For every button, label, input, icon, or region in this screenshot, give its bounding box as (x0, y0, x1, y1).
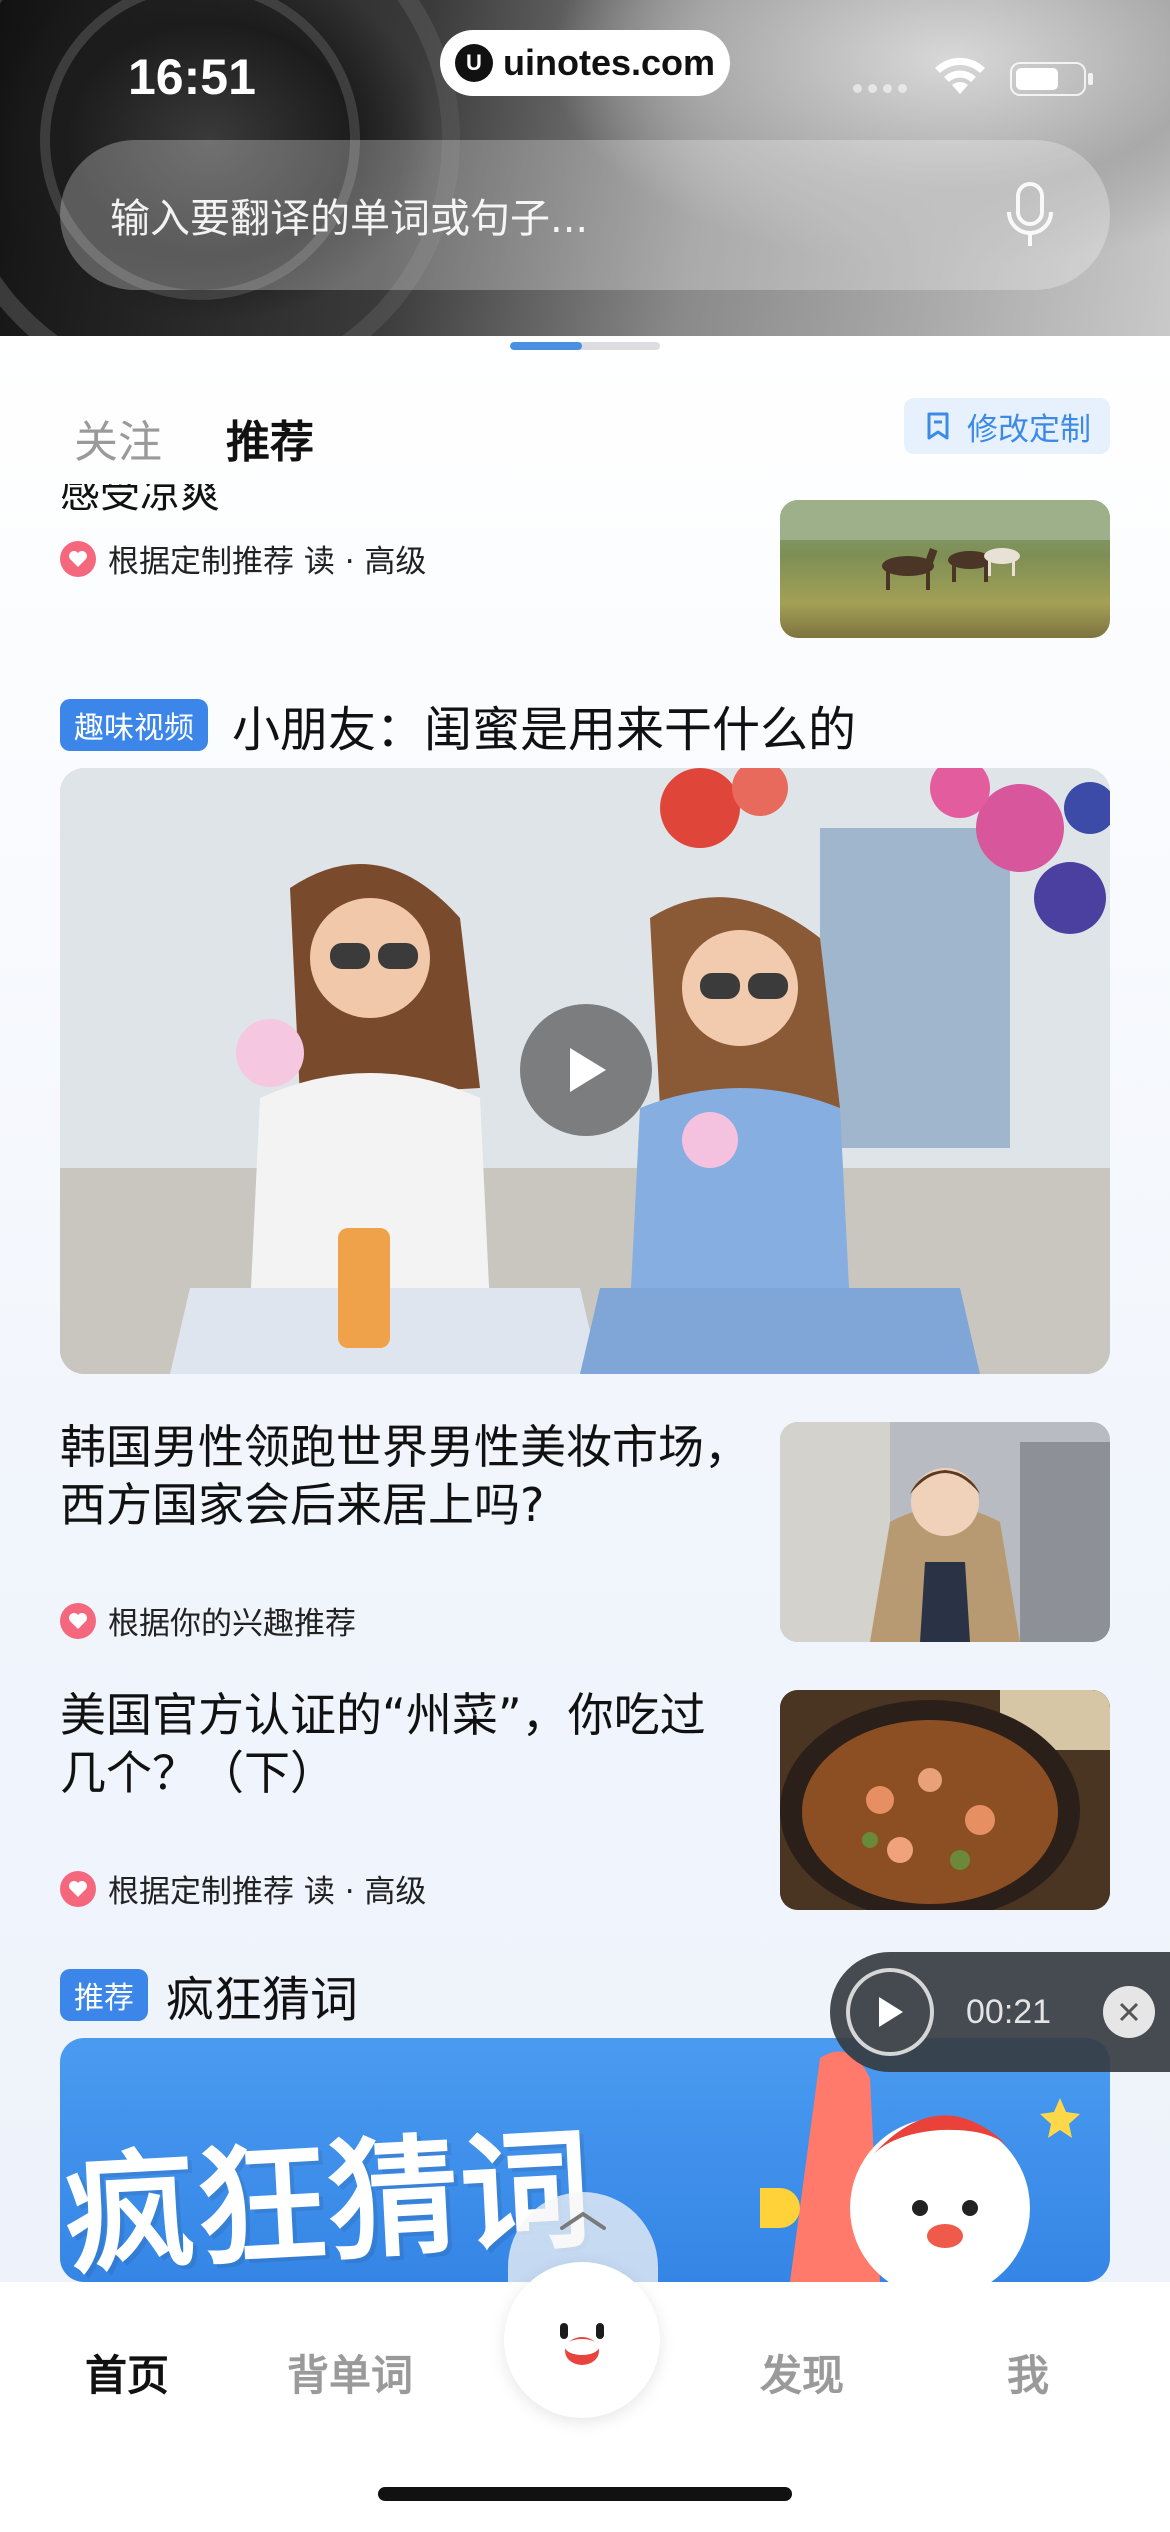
audio-close-button[interactable] (1103, 1986, 1156, 2038)
article-thumbnail (780, 1422, 1110, 1642)
customize-label: 修改定制 (967, 411, 1091, 448)
watermark-logo-icon: U (454, 44, 493, 82)
close-icon (1120, 2002, 1139, 2022)
gumbo-dish-image (780, 1690, 1110, 1910)
video-title-row: 趣味视频 小朋友：闺蜜是用来干什么的 (60, 690, 856, 760)
heart-icon (60, 1870, 96, 1907)
sheet-scroll-indicator (510, 342, 660, 350)
article-meta: 根据你的兴趣推荐 (60, 1598, 356, 1643)
nav-home[interactable]: 首页 (85, 2342, 169, 2403)
play-icon (879, 1997, 903, 2027)
watermark-text: uinotes.com (502, 42, 716, 83)
horses-image (780, 500, 1110, 590)
promo-title: 疯狂猜词 (166, 1972, 359, 2028)
article-meta: 根据定制推荐 读 · 高级 (60, 536, 426, 581)
nav-discover[interactable]: 发现 (760, 2342, 844, 2403)
bookmark-icon (927, 412, 949, 440)
battery-icon (1010, 62, 1093, 96)
article-title: 韩国男性领跑世界男性美妆市场，西方国家会后来居上吗? (60, 1420, 750, 1532)
article-title: 感受凉爽 (60, 484, 220, 512)
video-play-button[interactable] (520, 1004, 652, 1136)
header-background: 16:51 U uinotes.com 输入要翻译的单词或句子... (0, 0, 1170, 336)
signal-dots-icon (853, 84, 907, 93)
tab-follow[interactable]: 关注 (74, 406, 162, 470)
article-thumbnail (780, 1690, 1110, 1910)
promo-title-row: 推荐 疯狂猜词 (60, 1960, 358, 2030)
search-placeholder: 输入要翻译的单词或句子... (110, 196, 589, 242)
customize-button[interactable]: 修改定制 (904, 398, 1110, 454)
home-indicator (378, 2487, 792, 2501)
audio-time: 00:21 (966, 1992, 1052, 2031)
tab-recommend[interactable]: 推荐 (226, 406, 314, 470)
chevron-up-icon (560, 2211, 606, 2230)
nav-vocabulary[interactable]: 背单词 (287, 2342, 413, 2403)
article-title: 美国官方认证的“州菜”，你吃过几个？（下） (60, 1688, 706, 1800)
heart-icon (60, 1602, 96, 1639)
recommend-reason: 根据你的兴趣推荐 (108, 1606, 356, 1642)
status-time: 16:51 (128, 49, 256, 105)
recommend-tag: 推荐 (60, 1969, 148, 2021)
article-meta: 根据定制推荐 读 · 高级 (60, 1866, 426, 1911)
search-input[interactable]: 输入要翻译的单词或句子... (60, 140, 1110, 290)
wifi-icon (935, 57, 985, 94)
recommend-reason: 根据定制推荐 读 · 高级 (108, 544, 427, 580)
category-tag: 趣味视频 (60, 699, 208, 751)
audio-mini-player: 00:21 (830, 1952, 1170, 2072)
video-thumbnail[interactable] (60, 768, 1110, 1374)
heart-icon (60, 540, 96, 577)
nav-center-mascot-button[interactable] (504, 2262, 660, 2418)
video-title: 小朋友：闺蜜是用来干什么的 (232, 702, 857, 758)
nav-me[interactable]: 我 (1007, 2342, 1049, 2403)
audio-play-button[interactable] (846, 1968, 934, 2056)
mascot-illustration (760, 2051, 1080, 2282)
recommend-reason: 根据定制推荐 读 · 高级 (108, 1874, 427, 1910)
play-icon (570, 1048, 606, 1092)
microphone-icon[interactable] (1000, 180, 1060, 250)
mascot-face-icon (530, 2288, 634, 2392)
man-portrait-image (780, 1422, 1110, 1642)
watermark-badge: U uinotes.com (440, 30, 730, 96)
article-thumbnail (780, 500, 1110, 638)
